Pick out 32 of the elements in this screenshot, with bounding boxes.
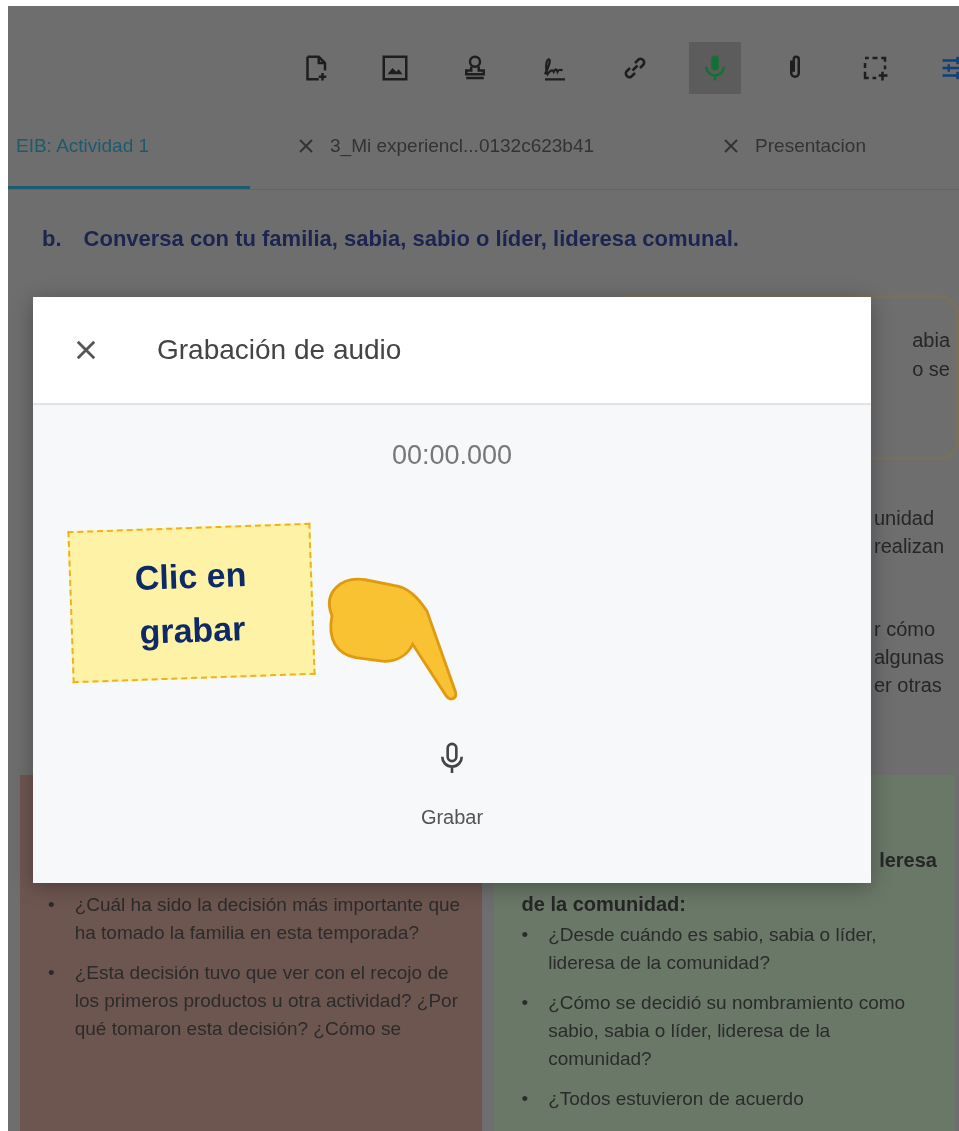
text-fragment: er otras — [874, 673, 942, 698]
section-heading: Conversa con tu familia, sabia, sabio o líder, lideresa comunal. — [83, 226, 739, 251]
close-icon[interactable] — [723, 138, 740, 154]
tab[interactable]: 3_Mi experiencl...0132c623b41 — [290, 106, 603, 189]
bullet-item: ¿Cómo se decidió su nombramiento como sabio, sabia o líder, lideresa de la comunidad? — [548, 991, 907, 1071]
text-fragment: abia — [912, 328, 950, 353]
record-button[interactable]: Grabar — [410, 737, 494, 836]
image-icon — [380, 53, 410, 83]
bullet-item: ¿Todos estuvieron de acuerdo — [548, 1087, 804, 1111]
panel-title: leresa — [879, 848, 937, 873]
close-icon[interactable] — [298, 138, 314, 154]
list-marker: b. — [42, 226, 62, 251]
text-fragment: o se — [912, 357, 950, 382]
text-fragment: r cómo — [874, 617, 936, 642]
bullet-marker: • — [521, 1087, 529, 1111]
text-fragment: unidad — [874, 506, 935, 531]
bullet-marker: • — [521, 923, 529, 947]
bullet-marker: • — [48, 893, 55, 917]
tab[interactable]: EIB: Actividad 1 — [8, 106, 250, 189]
callout-text: Clic en grabar — [133, 554, 248, 653]
panel-title: de la comunidad: — [521, 892, 686, 917]
microphone-icon — [439, 741, 465, 776]
bullet-item: ¿Desde cuándo es sabio, sabia o líder, lideresa de la comunidad? — [548, 923, 878, 975]
bullet-marker: • — [521, 991, 529, 1015]
bullet-marker: • — [48, 961, 55, 985]
tab[interactable]: Presentacion — [715, 106, 874, 189]
dialog-title: Grabación de audio — [157, 333, 402, 367]
text-fragment: realizan — [874, 534, 945, 559]
bullet-item: ¿Esta decisión tuvo que ver con el recojo de los primeros productos u otra actividad? ¿Por qué tomaron esta decisión? ¿Cómo se — [74, 961, 459, 1041]
text-fragment: algunas — [874, 645, 945, 670]
bullet-item: ¿Cuál ha sido la decisión más importante que ha tomado la familia en esta temporada? — [74, 893, 462, 945]
timer-readout: 00:00.000 — [390, 439, 514, 472]
